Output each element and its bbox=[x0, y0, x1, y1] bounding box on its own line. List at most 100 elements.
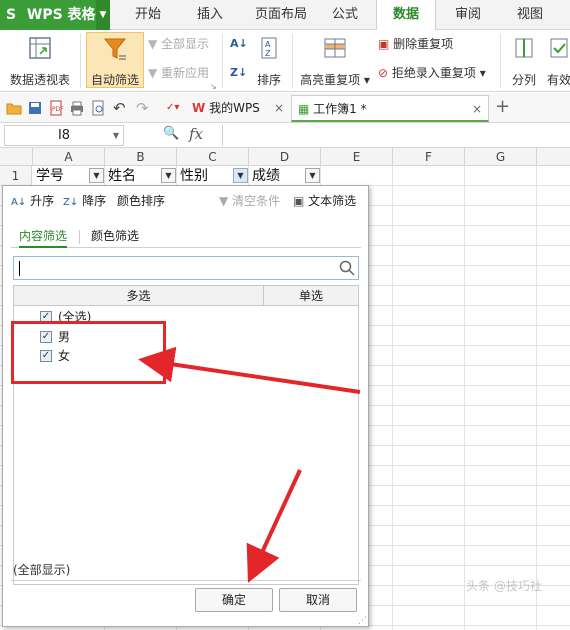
multi-select-column[interactable]: 多选 bbox=[14, 286, 264, 306]
save-icon[interactable] bbox=[27, 100, 43, 116]
validation-icon bbox=[550, 38, 568, 58]
column-header[interactable]: D bbox=[249, 148, 321, 166]
filter-search-input[interactable] bbox=[13, 256, 359, 280]
text-filter-label: 文本筛选 bbox=[308, 194, 357, 208]
close-icon[interactable]: × bbox=[472, 96, 482, 123]
column-header[interactable]: E bbox=[321, 148, 393, 166]
wps-w-icon: W bbox=[192, 101, 206, 115]
pivot-table-button[interactable]: 数据透视表 bbox=[6, 36, 74, 88]
cancel-button[interactable]: 取消 bbox=[279, 588, 357, 612]
tab-content-filter[interactable]: 内容筛选 bbox=[19, 226, 68, 248]
reject-duplicates-icon: ⊘ bbox=[378, 66, 392, 80]
new-tab-plus-icon[interactable]: + bbox=[495, 98, 511, 116]
sort-button[interactable]: A Z 排序 bbox=[252, 36, 286, 88]
filter-status-text: (全部显示) bbox=[13, 563, 71, 577]
tab-data[interactable]: 数据 bbox=[376, 0, 436, 31]
filter-list-header: 多选 单选 bbox=[14, 286, 358, 306]
color-sort-button[interactable]: 颜色排序 bbox=[117, 192, 165, 210]
remove-duplicates-button[interactable]: ▣ 删除重复项 bbox=[378, 35, 453, 53]
close-icon[interactable]: × bbox=[274, 95, 284, 122]
tab-workbook-label: 工作簿1 * bbox=[313, 102, 367, 116]
sort-label: 排序 bbox=[256, 73, 281, 87]
search-icon[interactable] bbox=[339, 260, 355, 276]
clear-filter-icon: ▼ bbox=[219, 194, 233, 208]
formula-bar: I8 ▼ 🔍 fx bbox=[0, 123, 570, 148]
single-select-column[interactable]: 单选 bbox=[264, 286, 358, 306]
highlight-duplicates-button[interactable]: 高亮重复项 ▾ bbox=[298, 36, 372, 88]
tab-home[interactable]: 开始 bbox=[120, 0, 176, 30]
reapply-button[interactable]: ▼ 重新应用 bbox=[148, 64, 209, 82]
tab-insert[interactable]: 插入 bbox=[180, 0, 240, 30]
wps-logo-icon: S bbox=[6, 7, 17, 23]
split-column-icon bbox=[515, 38, 533, 58]
tab-my-wps[interactable]: W 我的WPS × bbox=[186, 95, 290, 122]
validation-label: 有效 bbox=[546, 73, 570, 87]
row-header[interactable]: 1 bbox=[0, 166, 32, 186]
filter-dropdown-button-b[interactable]: ▼ bbox=[161, 168, 176, 183]
tab-color-filter[interactable]: 颜色筛选 bbox=[91, 226, 139, 248]
ribbon-separator bbox=[292, 34, 293, 88]
tab-page-layout[interactable]: 页面布局 bbox=[244, 0, 318, 30]
sort-ascending-button[interactable]: A↓ 升序 bbox=[11, 192, 54, 210]
ribbon-separator bbox=[222, 34, 223, 88]
tab-workbook[interactable]: ▦ 工作簿1 * × bbox=[291, 95, 489, 122]
ok-button[interactable]: 确定 bbox=[195, 588, 273, 612]
split-column-button[interactable]: 分列 bbox=[506, 36, 542, 88]
divider bbox=[11, 580, 361, 581]
zoom-search-icon[interactable]: 🔍 bbox=[163, 126, 179, 141]
svg-text:Z: Z bbox=[265, 49, 271, 58]
undo-icon[interactable]: ↶ bbox=[113, 100, 129, 116]
grid-column-line bbox=[392, 166, 393, 630]
split-column-label: 分列 bbox=[511, 73, 536, 87]
name-box[interactable]: I8 ▼ bbox=[4, 125, 124, 146]
svg-text:PDF: PDF bbox=[52, 106, 64, 113]
column-header[interactable]: G bbox=[465, 148, 537, 166]
name-box-chevron-icon[interactable]: ▼ bbox=[113, 126, 119, 145]
sort-icon: A Z bbox=[261, 37, 277, 59]
sort-descending-label: 降序 bbox=[82, 194, 107, 208]
column-header[interactable]: F bbox=[393, 148, 465, 166]
clear-conditions-button[interactable]: ▼ 清空条件 bbox=[219, 192, 280, 210]
filter-panel: A↓ 升序 Z↓ 降序 颜色排序 ▼ 清空条件 ▣ 文本筛选 内容筛选 颜色筛选… bbox=[2, 185, 369, 627]
show-all-label: 全部显示 bbox=[161, 37, 210, 51]
funnel-clear-icon: ▼ bbox=[148, 37, 162, 51]
filter-dropdown-button-a[interactable]: ▼ bbox=[89, 168, 104, 183]
app-menu-button[interactable]: S WPS 表格 ▼ bbox=[0, 0, 110, 30]
select-all-corner[interactable] bbox=[0, 148, 33, 166]
tab-view[interactable]: 视图 bbox=[504, 0, 556, 30]
group-expand-icon[interactable]: ↘ bbox=[210, 82, 217, 91]
export-pdf-icon[interactable]: PDF bbox=[48, 100, 64, 116]
remove-duplicates-icon: ▣ bbox=[378, 37, 394, 51]
show-all-button[interactable]: ▼ 全部显示 bbox=[148, 35, 209, 53]
sort-desc-quick-button[interactable]: Z↓ bbox=[230, 64, 247, 82]
text-filter-icon: ▣ bbox=[293, 194, 309, 208]
filter-dropdown-button-c[interactable]: ▼ bbox=[233, 168, 248, 183]
column-header[interactable]: B bbox=[105, 148, 177, 166]
print-preview-icon[interactable] bbox=[90, 100, 106, 116]
validation-button[interactable]: 有效 bbox=[544, 36, 570, 88]
sort-ascending-label: 升序 bbox=[30, 194, 55, 208]
open-folder-icon[interactable] bbox=[6, 100, 22, 116]
column-header[interactable] bbox=[537, 148, 570, 166]
tab-review[interactable]: 审阅 bbox=[442, 0, 494, 30]
filter-dropdown-button-d[interactable]: ▼ bbox=[305, 168, 320, 183]
pivot-table-label: 数据透视表 bbox=[9, 73, 70, 87]
customize-toolbar-icon[interactable]: ✓▾ bbox=[166, 100, 182, 116]
sort-descending-button[interactable]: Z↓ 降序 bbox=[63, 192, 106, 210]
funnel-reapply-icon: ▼ bbox=[148, 66, 162, 80]
sort-za-icon: Z↓ bbox=[230, 66, 248, 79]
resize-grip-icon[interactable]: ⋰ bbox=[358, 616, 367, 626]
text-filter-button[interactable]: ▣ 文本筛选 bbox=[293, 192, 356, 210]
app-menu-chevron-icon[interactable]: ▼ bbox=[96, 0, 110, 30]
autofilter-button[interactable]: 自动筛选 bbox=[86, 32, 144, 88]
tab-formula[interactable]: 公式 bbox=[322, 0, 368, 30]
sort-asc-quick-button[interactable]: A↓ bbox=[230, 35, 248, 53]
column-header[interactable]: C bbox=[177, 148, 249, 166]
column-header[interactable]: A bbox=[33, 148, 105, 166]
print-icon[interactable] bbox=[69, 100, 85, 116]
fx-icon[interactable]: fx bbox=[189, 125, 203, 143]
redo-icon[interactable]: ↷ bbox=[136, 100, 152, 116]
reject-duplicates-button[interactable]: ⊘ 拒绝录入重复项 ▾ bbox=[378, 64, 486, 82]
reject-duplicates-label: 拒绝录入重复项 bbox=[391, 66, 476, 80]
formula-input[interactable] bbox=[222, 125, 567, 146]
